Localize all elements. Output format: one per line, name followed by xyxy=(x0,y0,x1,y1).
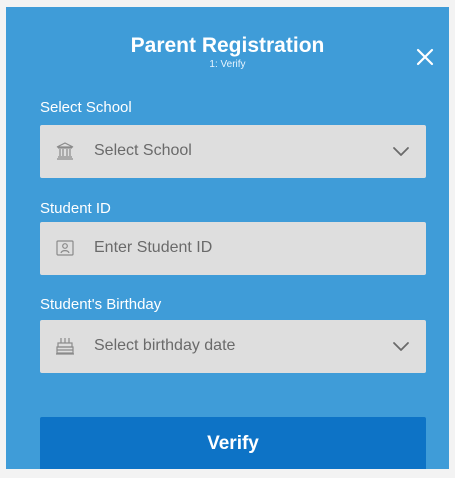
modal-title: Parent Registration xyxy=(130,34,325,57)
student-id-placeholder: Enter Student ID xyxy=(94,239,213,256)
chevron-down-icon xyxy=(392,145,410,157)
parent-registration-modal: Parent Registration 1: Verify Select Sch… xyxy=(6,7,449,469)
screen: Parent Registration 1: Verify Select Sch… xyxy=(0,0,455,478)
chevron-down-icon xyxy=(392,340,410,352)
school-select[interactable]: Select School xyxy=(40,125,426,178)
birthday-select[interactable]: Select birthday date xyxy=(40,320,426,373)
school-icon xyxy=(55,141,75,161)
modal-subtitle: 1: Verify xyxy=(209,59,246,70)
verify-button[interactable]: Verify xyxy=(40,417,426,469)
school-placeholder: Select School xyxy=(94,142,192,159)
id-card-icon xyxy=(55,238,75,258)
student-id-label: Student ID xyxy=(40,200,111,217)
modal-header: Parent Registration 1: Verify xyxy=(6,7,449,93)
student-id-field[interactable]: Enter Student ID xyxy=(40,222,426,275)
birthday-label: Student's Birthday xyxy=(40,296,162,313)
cake-icon xyxy=(55,336,75,356)
close-icon[interactable] xyxy=(414,46,436,68)
birthday-placeholder: Select birthday date xyxy=(94,337,236,354)
school-label: Select School xyxy=(40,99,132,116)
